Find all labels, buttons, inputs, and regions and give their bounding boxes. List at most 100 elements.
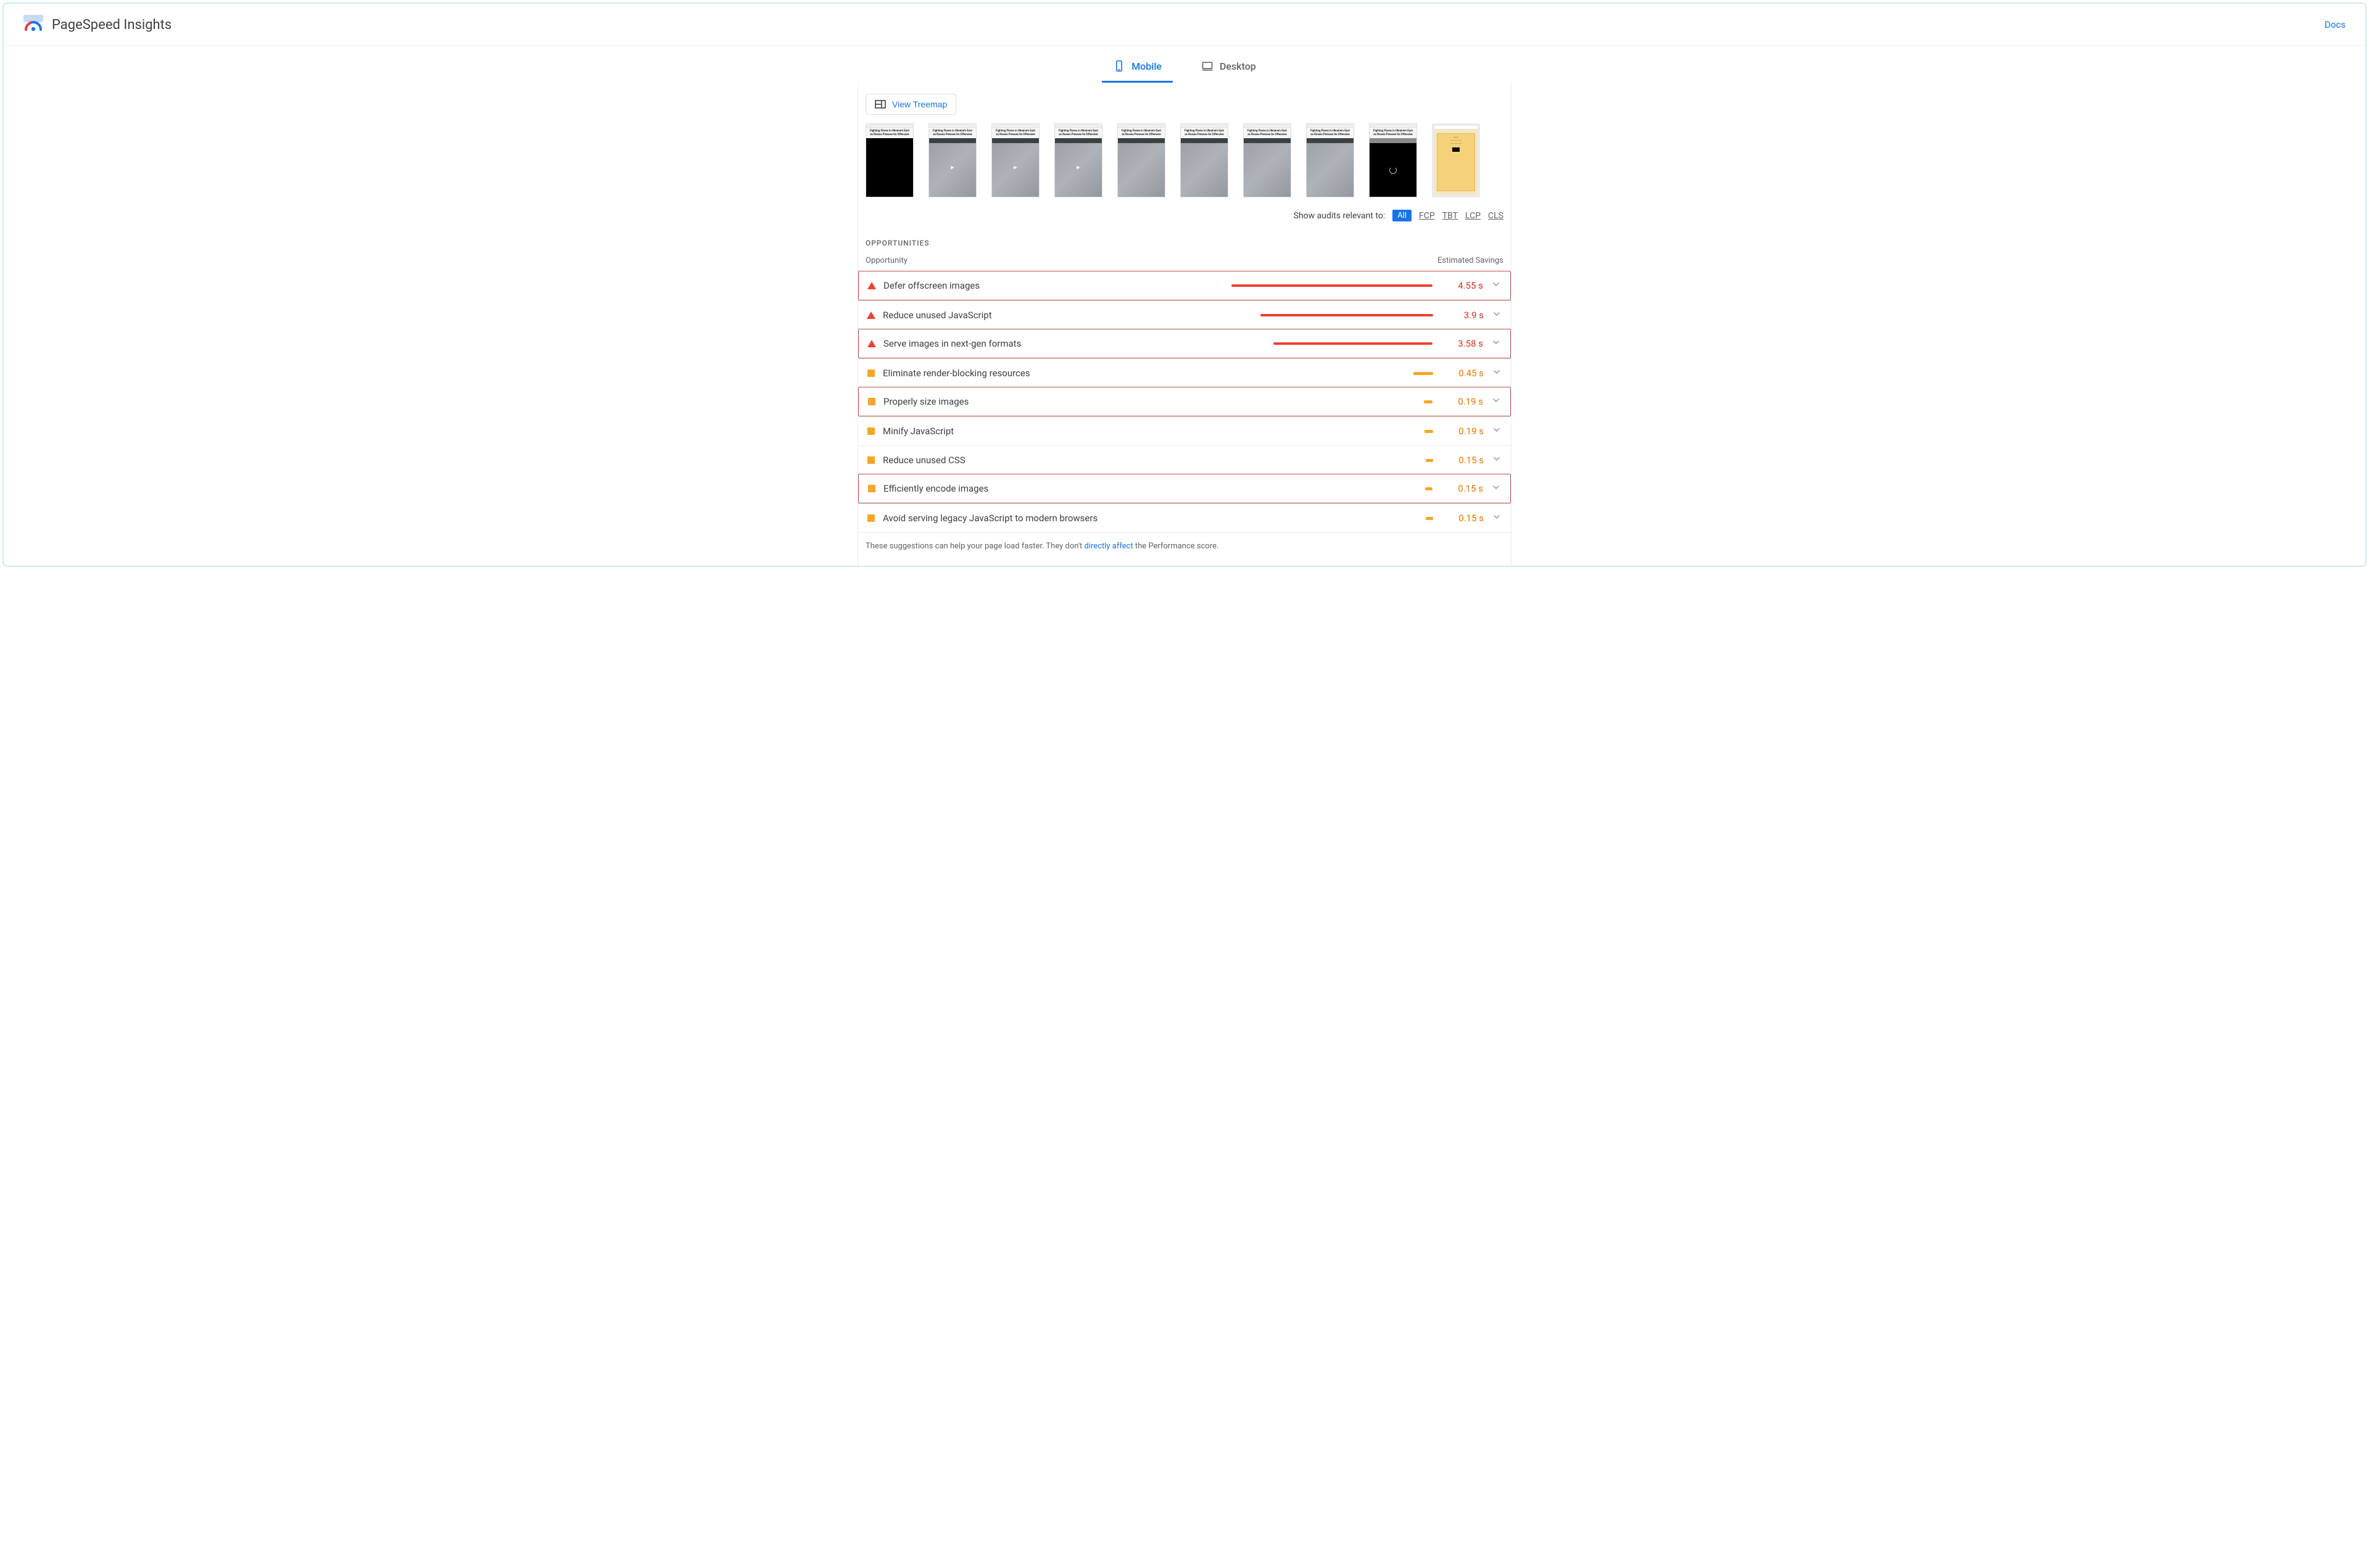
filter-all[interactable]: All xyxy=(1392,210,1412,221)
tab-desktop-label: Desktop xyxy=(1220,60,1256,72)
opportunity-label: Defer offscreen images xyxy=(883,280,1081,291)
mobile-icon xyxy=(1113,60,1125,72)
opportunities-list: Defer offscreen images 4.55 s Reduce unuse… xyxy=(858,271,1511,533)
chevron-down-icon[interactable] xyxy=(1491,368,1502,378)
savings-value: 0.45 s xyxy=(1445,368,1484,379)
filmstrip-frame: Fighting Flares in Ukraine's East as Rus… xyxy=(991,123,1040,197)
tab-mobile[interactable]: Mobile xyxy=(1102,54,1173,83)
savings-value: 4.55 s xyxy=(1445,280,1483,291)
savings-bar xyxy=(1413,372,1433,375)
savings-value: 0.15 s xyxy=(1445,513,1484,524)
filter-lcp[interactable]: LCP xyxy=(1465,211,1481,221)
chevron-down-icon[interactable] xyxy=(1491,513,1502,523)
savings-bar-container xyxy=(1088,487,1437,490)
footnote-link[interactable]: directly affect xyxy=(1085,542,1133,551)
square-orange-icon xyxy=(867,369,875,378)
chevron-down-icon[interactable] xyxy=(1490,484,1502,493)
opportunity-row[interactable]: Serve images in next-gen formats 3.58 s xyxy=(858,329,1511,358)
filmstrip: Fighting Flares in Ukraine's East as Rus… xyxy=(858,121,1511,205)
opportunities-table-header: Opportunity Estimated Savings xyxy=(858,252,1511,271)
desktop-icon xyxy=(1201,60,1213,72)
footnote: These suggestions can help your page loa… xyxy=(858,533,1511,553)
savings-bar-container xyxy=(1088,284,1437,287)
filmstrip-frame: Fighting Flares in Ukraine's East as Rus… xyxy=(1117,123,1165,197)
view-treemap-button[interactable]: View Treemap xyxy=(866,94,956,115)
savings-bar-container xyxy=(1088,372,1438,375)
tab-desktop[interactable]: Desktop xyxy=(1190,54,1267,83)
filmstrip-frame: Fighting Flares in Ukraine's East as Rus… xyxy=(1180,123,1228,197)
opportunity-row[interactable]: Properly size images 0.19 s xyxy=(858,387,1511,416)
savings-bar-container xyxy=(1088,314,1438,316)
col-opportunity: Opportunity xyxy=(866,256,907,265)
filmstrip-frame: Fighting Flares in Ukraine's East as Rus… xyxy=(1306,123,1354,197)
chevron-down-icon[interactable] xyxy=(1491,455,1502,465)
savings-bar-container xyxy=(1105,517,1438,520)
savings-value: 0.19 s xyxy=(1445,396,1483,407)
savings-bar xyxy=(1424,430,1433,433)
opportunity-row[interactable]: Efficiently encode images 0.15 s xyxy=(858,474,1511,503)
brand: PageSpeed Insights xyxy=(23,15,172,35)
savings-bar-container xyxy=(1088,430,1438,433)
filter-tbt[interactable]: TBT xyxy=(1442,211,1458,221)
opportunity-label: Reduce unused JavaScript xyxy=(883,310,1080,321)
filter-cls[interactable]: CLS xyxy=(1488,211,1503,221)
filter-fcp[interactable]: FCP xyxy=(1419,211,1435,221)
triangle-red-icon xyxy=(867,311,875,320)
opportunity-label: Serve images in next-gen formats xyxy=(883,338,1081,349)
savings-bar-container xyxy=(1088,459,1438,462)
opportunity-label: Reduce unused CSS xyxy=(883,455,1080,466)
savings-value: 0.15 s xyxy=(1445,483,1483,494)
opportunity-row[interactable]: Reduce unused CSS 0.15 s xyxy=(858,445,1511,474)
square-orange-icon xyxy=(867,427,875,435)
savings-bar-container xyxy=(1088,342,1437,345)
chevron-down-icon[interactable] xyxy=(1491,310,1502,320)
savings-value: 0.15 s xyxy=(1445,455,1484,466)
opportunity-row[interactable]: Reduce unused JavaScript3.9 s xyxy=(858,300,1511,329)
savings-bar xyxy=(1426,517,1433,520)
opportunity-label: Minify JavaScript xyxy=(883,426,1080,437)
opportunities-heading: OPPORTUNITIES xyxy=(858,224,1511,252)
filmstrip-frame: Fighting Flares in Ukraine's East as Rus… xyxy=(1243,123,1291,197)
audit-filter-row: Show audits relevant to: All FCP TBT LCP… xyxy=(858,205,1511,224)
filter-label: Show audits relevant to: xyxy=(1294,211,1386,221)
triangle-red-icon xyxy=(867,281,876,290)
opportunity-row[interactable]: Avoid serving legacy JavaScript to moder… xyxy=(858,503,1511,533)
chevron-down-icon[interactable] xyxy=(1490,397,1502,406)
triangle-red-icon xyxy=(867,339,876,348)
savings-value: 3.58 s xyxy=(1445,338,1483,349)
report-content: View Treemap Fighting Flares in Ukraine'… xyxy=(858,83,1511,566)
opportunity-row[interactable]: Eliminate render-blocking resources0.45 … xyxy=(858,358,1511,387)
savings-bar xyxy=(1273,342,1433,345)
device-tabs: Mobile Desktop xyxy=(4,46,2365,83)
filmstrip-frame: Fighting Flares in Ukraine's East as Rus… xyxy=(1054,123,1102,197)
tab-mobile-label: Mobile xyxy=(1131,60,1162,72)
square-orange-icon xyxy=(867,484,876,493)
savings-bar xyxy=(1424,400,1433,403)
chevron-down-icon[interactable] xyxy=(1490,339,1502,349)
filmstrip-frame: Fighting Flares in Ukraine's East as Rus… xyxy=(928,123,977,197)
chevron-down-icon[interactable] xyxy=(1491,426,1502,436)
col-savings: Estimated Savings xyxy=(1437,256,1503,265)
opportunity-label: Properly size images xyxy=(883,396,1081,407)
opportunity-label: Efficiently encode images xyxy=(883,483,1081,494)
square-orange-icon xyxy=(867,456,875,464)
treemap-icon xyxy=(875,100,886,109)
opportunity-row[interactable]: Defer offscreen images 4.55 s xyxy=(858,271,1511,300)
square-orange-icon xyxy=(867,514,875,522)
view-treemap-label: View Treemap xyxy=(892,99,947,109)
savings-bar xyxy=(1426,459,1433,462)
filmstrip-frame: Fighting Flares in Ukraine's East as Rus… xyxy=(1369,123,1417,197)
app-header: PageSpeed Insights Docs xyxy=(4,4,2365,46)
pagespeed-logo-icon xyxy=(23,15,43,35)
opportunity-row[interactable]: Minify JavaScript 0.19 s xyxy=(858,416,1511,445)
savings-bar xyxy=(1260,314,1433,316)
chevron-down-icon[interactable] xyxy=(1490,281,1502,291)
opportunity-label: Avoid serving legacy JavaScript to moder… xyxy=(883,513,1098,524)
savings-bar xyxy=(1425,487,1433,490)
filmstrip-frame: Fighting Flares in Ukraine's East as Rus… xyxy=(866,123,914,197)
app-title: PageSpeed Insights xyxy=(52,17,172,33)
docs-link[interactable]: Docs xyxy=(2325,19,2346,30)
square-orange-icon xyxy=(867,397,876,406)
filmstrip-frame: ————— —— ———— —— ———— xyxy=(1432,123,1480,197)
savings-value: 0.19 s xyxy=(1445,426,1484,437)
